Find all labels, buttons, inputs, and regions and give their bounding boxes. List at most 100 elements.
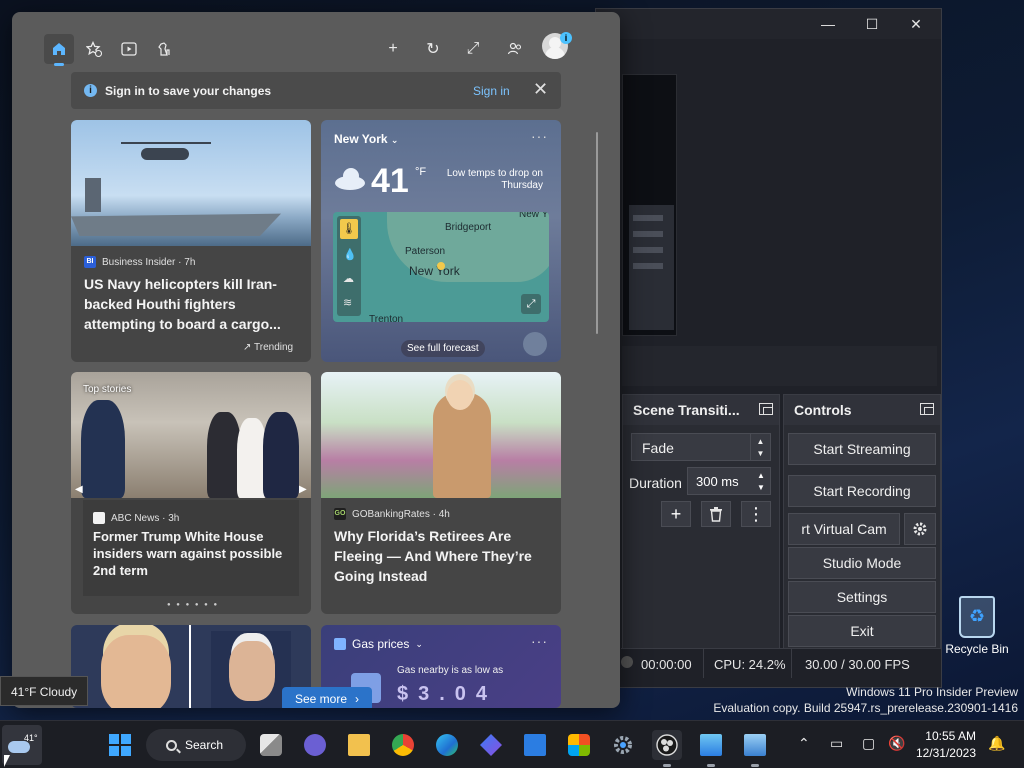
duration-label: Duration (629, 475, 682, 491)
settings-button[interactable]: Settings (788, 581, 936, 613)
edge-icon (436, 734, 458, 756)
virtual-cam-settings-button[interactable] (904, 513, 936, 545)
chess-icon (158, 42, 170, 56)
gear-icon (913, 522, 927, 536)
video-tab[interactable] (114, 34, 144, 64)
weather-provider-icon (523, 332, 547, 356)
float-dock-icon[interactable] (759, 403, 773, 415)
exit-button[interactable]: Exit (788, 615, 936, 647)
duration-spinbox[interactable]: 300 ms ▲ ▼ (687, 467, 771, 495)
start-recording-button[interactable]: Start Recording (788, 475, 936, 507)
start-streaming-button[interactable]: Start Streaming (788, 433, 936, 465)
wind-icon[interactable]: ≋ (343, 296, 352, 309)
carousel-next-icon[interactable]: ▶ (299, 484, 307, 495)
close-icon[interactable]: ✕ (533, 79, 548, 100)
video-play-icon (121, 42, 137, 56)
news-card-florida[interactable]: GO GOBankingRates · 4h Why Florida’s Ret… (321, 372, 561, 614)
source-label: ABC News · 3h (111, 512, 180, 524)
thermometer-icon[interactable]: 🌡 (340, 219, 358, 239)
tray-clock[interactable]: 10:55 AM 12/31/2023 (912, 728, 976, 762)
weather-card[interactable]: New York ⌄ ··· 41 °F Low temps to drop o… (321, 120, 561, 362)
teams-chat-button[interactable] (300, 730, 330, 760)
source-label: Business Insider · 7h (102, 256, 196, 268)
weather-location[interactable]: New York ⌄ (334, 132, 398, 146)
obs-taskbar-button[interactable] (652, 730, 682, 767)
transition-select[interactable]: Fade ▲ ▼ (631, 433, 771, 461)
signin-link[interactable]: Sign in (473, 84, 510, 98)
news-card-navy[interactable]: BI Business Insider · 7h US Navy helicop… (71, 120, 311, 362)
transition-properties-button[interactable]: ⋮ (741, 501, 771, 527)
chevron-down-icon: ⌄ (415, 638, 423, 649)
carousel-dots[interactable]: ● ● ● ● ● ● (167, 602, 219, 608)
maximize-button[interactable]: ☐ (852, 13, 892, 35)
edge-button[interactable] (432, 730, 462, 760)
start-button[interactable] (105, 730, 135, 760)
start-virtual-cam-button[interactable]: rt Virtual Cam (788, 513, 900, 545)
news-headline[interactable]: Why Florida’s Retirees Are Fleeing — And… (334, 526, 548, 586)
weather-map[interactable]: 🌡 💧 ☁ ≋ Bridgeport Paterson New York Tre… (333, 212, 549, 322)
remote-desktop-button[interactable] (696, 730, 726, 767)
see-more-button[interactable]: See more › (282, 687, 372, 708)
clock-date: 12/31/2023 (915, 746, 976, 760)
display-icon[interactable]: ▢ (862, 735, 875, 752)
carousel-prev-icon[interactable]: ◀ (75, 484, 83, 495)
business-insider-logo: BI (84, 256, 96, 268)
remote-desktop-icon (700, 734, 722, 756)
fps-readout: 30.00 / 30.00 FPS (805, 657, 910, 672)
news-headline[interactable]: Former Trump White House insiders warn a… (93, 528, 289, 579)
see-full-forecast-link[interactable]: See full forecast (401, 340, 485, 357)
chrome-button[interactable] (388, 730, 418, 760)
minimize-button[interactable]: — (808, 13, 848, 35)
volume-icon[interactable]: 🔇 (888, 735, 905, 752)
news-card-trump[interactable]: Top stories ◀ ▶ ABC News · 3h Former Tru… (71, 372, 311, 614)
more-options-icon[interactable]: ··· (531, 128, 548, 144)
plus-icon: + (670, 503, 682, 524)
news-card-election[interactable] (71, 625, 311, 708)
widgets-scrollbar[interactable] (596, 132, 598, 334)
gas-prices-header[interactable]: Gas prices ⌄ (334, 637, 423, 651)
expand-map-icon[interactable]: ⤢ (521, 294, 541, 314)
news-headline[interactable]: US Navy helicopters kill Iran-backed Hou… (84, 274, 294, 334)
taskbar-search[interactable]: Search (146, 729, 246, 761)
add-widget-button[interactable]: + (378, 34, 408, 64)
cloud-layer-icon[interactable]: ☁ (343, 272, 354, 285)
spin-arrows-icon[interactable]: ▲ ▼ (752, 468, 770, 494)
favorites-tab[interactable] (79, 34, 109, 64)
show-hidden-icons-icon[interactable]: ⌃ (798, 735, 810, 752)
controls-dock: Controls Start Streaming Start Recording… (783, 394, 941, 650)
obs-titlebar: — ☐ ✕ (596, 9, 941, 39)
weather-temp: 41 (371, 162, 409, 200)
droplet-icon[interactable]: 💧 (343, 248, 357, 261)
expand-button[interactable]: ⤢ (458, 34, 488, 64)
people-button[interactable] (500, 34, 530, 64)
vm-connect-button[interactable] (740, 730, 770, 767)
settings-app-button[interactable] (608, 730, 638, 760)
copilot-button[interactable] (476, 730, 506, 760)
location-marker (437, 262, 445, 270)
task-view-button[interactable] (256, 730, 286, 760)
gas-pump-icon (334, 638, 346, 650)
folder-icon (348, 734, 370, 756)
close-button[interactable]: ✕ (896, 13, 936, 35)
transition-value: Fade (642, 440, 674, 456)
weather-note[interactable]: Low temps to drop on Thursday (443, 168, 543, 192)
play-tab[interactable] (149, 34, 179, 64)
mail-button[interactable] (520, 730, 550, 760)
studio-mode-button[interactable]: Studio Mode (788, 547, 936, 579)
notification-bell-icon[interactable]: 🔔 (988, 735, 1005, 752)
store-button[interactable] (564, 730, 594, 760)
news-image-florida (321, 372, 561, 498)
network-icon[interactable]: ▭ (830, 735, 843, 752)
float-dock-icon[interactable] (920, 403, 934, 415)
trending-icon: ↗ (243, 342, 252, 353)
add-transition-button[interactable]: + (661, 501, 691, 527)
home-tab[interactable] (44, 34, 74, 66)
recycle-bin[interactable]: Recycle Bin (942, 596, 1012, 656)
refresh-button[interactable]: ↻ (418, 34, 448, 64)
controls-title: Controls (784, 395, 940, 425)
home-icon (53, 43, 65, 55)
obs-preview[interactable] (622, 74, 677, 336)
file-explorer-button[interactable] (344, 730, 374, 760)
remove-transition-button[interactable] (701, 501, 731, 527)
more-options-icon[interactable]: ··· (531, 633, 548, 649)
